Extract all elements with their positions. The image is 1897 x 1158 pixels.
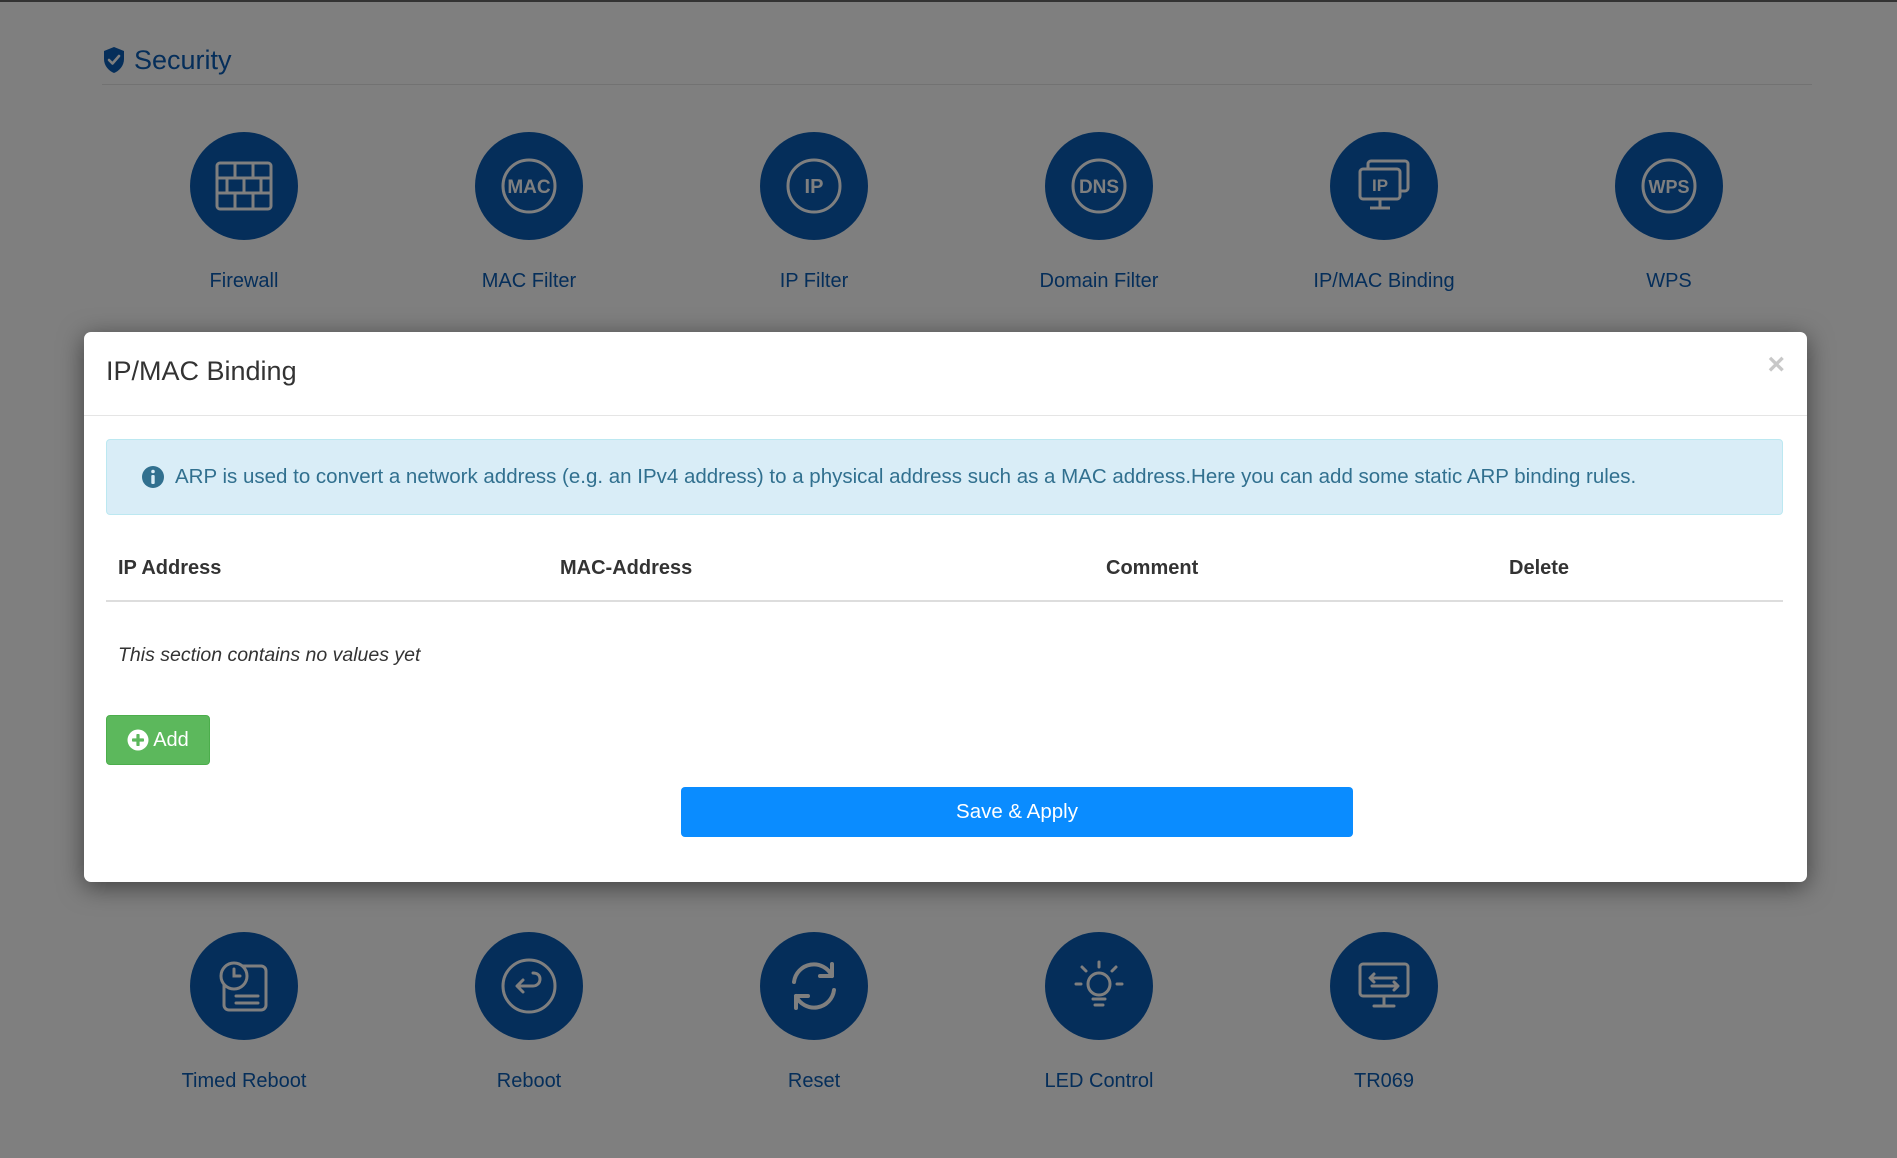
save-apply-button[interactable]: Save & Apply bbox=[681, 787, 1353, 837]
column-mac-address: MAC-Address bbox=[560, 557, 693, 579]
table-header: IP Address MAC-Address Comment Delete bbox=[106, 540, 1783, 602]
empty-table-message: This section contains no values yet bbox=[118, 644, 421, 666]
top-border bbox=[0, 0, 1897, 2]
add-button[interactable]: Add bbox=[106, 715, 210, 765]
column-comment: Comment bbox=[1106, 557, 1199, 579]
save-apply-label: Save & Apply bbox=[956, 800, 1078, 823]
column-ip-address: IP Address bbox=[118, 557, 222, 579]
modal-header: IP/MAC Binding × bbox=[84, 332, 1807, 416]
close-icon[interactable]: × bbox=[1767, 350, 1785, 380]
add-button-label: Add bbox=[153, 728, 189, 751]
plus-circle-icon bbox=[127, 729, 149, 751]
alert-text: ARP is used to convert a network address… bbox=[175, 465, 1637, 488]
ip-mac-binding-modal: IP/MAC Binding × ARP is used to convert … bbox=[84, 332, 1807, 882]
modal-title: IP/MAC Binding bbox=[106, 356, 297, 386]
column-delete: Delete bbox=[1509, 557, 1570, 579]
info-alert: ARP is used to convert a network address… bbox=[106, 439, 1783, 515]
info-icon bbox=[141, 465, 165, 489]
